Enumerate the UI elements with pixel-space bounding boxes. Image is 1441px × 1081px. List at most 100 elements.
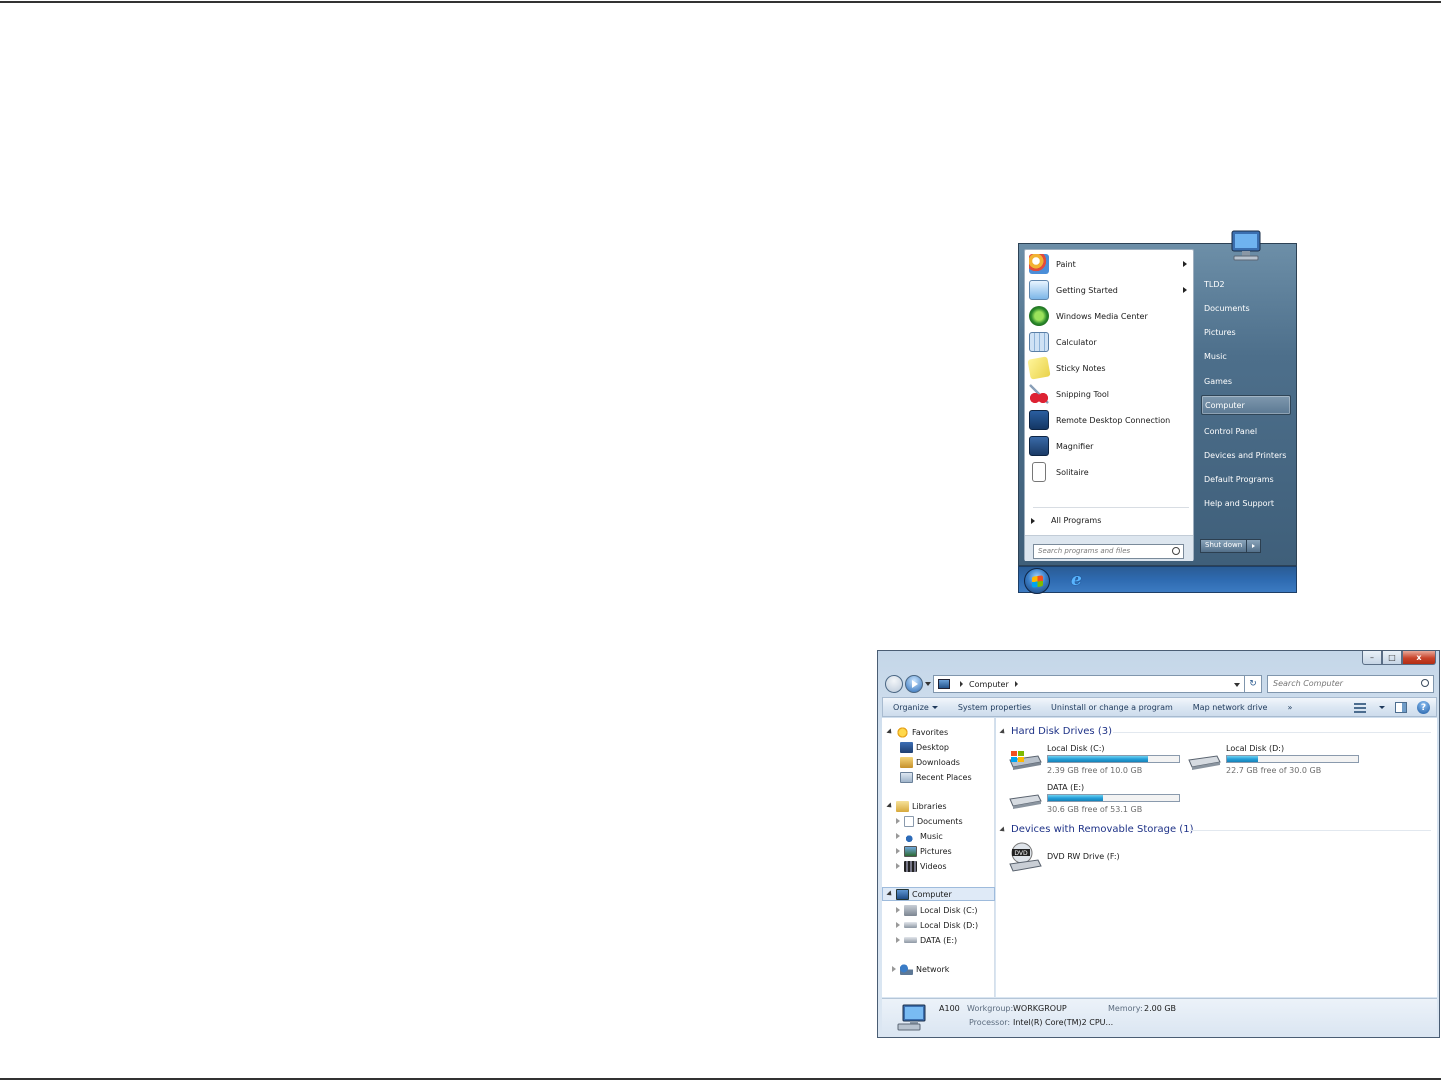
remote-desktop-icon	[1029, 410, 1049, 430]
breadcrumb-arrow-icon[interactable]	[1014, 681, 1018, 687]
group-removable-storage[interactable]: Devices with Removable Storage (1)	[999, 824, 1193, 835]
breadcrumb-arrow-icon[interactable]	[960, 681, 963, 687]
start-search-input[interactable]: Search programs and files	[1033, 544, 1184, 559]
right-item-pictures[interactable]: Pictures	[1201, 322, 1291, 342]
drive-local-disk-d[interactable]: Local Disk (D:) 22.7 GB free of 30.0 GB	[1187, 744, 1367, 778]
nav-network[interactable]: Network	[882, 962, 995, 976]
change-view-icon[interactable]	[1354, 702, 1366, 713]
right-item-games[interactable]: Games	[1201, 371, 1291, 391]
caption-buttons: – □ x	[1362, 651, 1436, 665]
star-icon	[896, 726, 909, 738]
right-item-devices-printers[interactable]: Devices and Printers	[1201, 445, 1291, 465]
program-calculator[interactable]: Calculator	[1027, 330, 1193, 354]
usage-bar-fill	[1227, 756, 1259, 762]
drive-data-e[interactable]: DATA (E:) 30.6 GB free of 53.1 GB	[1008, 783, 1188, 817]
nav-item-downloads[interactable]: Downloads	[882, 755, 995, 769]
expand-arrow-icon[interactable]	[894, 817, 902, 825]
view-dropdown[interactable]	[1376, 703, 1385, 712]
nav-item-documents[interactable]: Documents	[882, 814, 995, 828]
uninstall-program-button[interactable]: Uninstall or change a program	[1041, 703, 1183, 712]
collapse-arrow-icon[interactable]	[886, 802, 894, 810]
dvd-drive-icon: DVD	[1009, 842, 1042, 872]
processor-value: Intel(R) Core(TM)2 CPU...	[1013, 1018, 1114, 1027]
nav-item-local-disk-d[interactable]: Local Disk (D:)	[882, 918, 995, 932]
right-item-computer[interactable]: Computer	[1201, 395, 1291, 415]
program-paint[interactable]: Paint	[1027, 252, 1193, 276]
search-icon[interactable]	[1172, 547, 1180, 555]
right-item-documents[interactable]: Documents	[1201, 298, 1291, 318]
program-magnifier[interactable]: Magnifier	[1027, 434, 1193, 458]
hard-drive-icon	[904, 937, 917, 943]
computer-name: A100	[939, 1004, 960, 1013]
search-icon[interactable]	[1421, 679, 1429, 687]
expand-arrow-icon[interactable]	[894, 906, 902, 914]
drive-local-disk-c[interactable]: Local Disk (C:) 2.39 GB free of 10.0 GB	[1008, 744, 1188, 778]
nav-item-recent-places[interactable]: Recent Places	[882, 770, 995, 784]
nav-item-music[interactable]: Music	[882, 829, 995, 843]
nav-label: DATA (E:)	[920, 935, 958, 945]
expand-arrow-icon[interactable]	[890, 965, 898, 973]
expand-arrow-icon[interactable]	[894, 936, 902, 944]
right-item-music[interactable]: Music	[1201, 346, 1291, 366]
nav-libraries[interactable]: Libraries	[882, 799, 995, 813]
getting-started-icon	[1029, 280, 1049, 300]
search-input[interactable]: Search Computer	[1267, 675, 1434, 693]
program-windows-media-center[interactable]: Windows Media Center	[1027, 304, 1193, 328]
nav-item-desktop[interactable]: Desktop	[882, 740, 995, 754]
right-item-control-panel[interactable]: Control Panel	[1201, 421, 1291, 441]
program-remote-desktop[interactable]: Remote Desktop Connection	[1027, 408, 1193, 432]
right-item-help-support[interactable]: Help and Support	[1201, 493, 1291, 513]
expand-arrow-icon[interactable]	[894, 862, 902, 870]
nav-item-videos[interactable]: Videos	[882, 859, 995, 873]
shutdown-button[interactable]: Shut down	[1200, 539, 1248, 553]
nav-item-local-disk-c[interactable]: Local Disk (C:)	[882, 903, 995, 917]
content-pane: Hard Disk Drives (3) Local Disk (C:) 2.3…	[996, 718, 1437, 997]
preview-pane-icon[interactable]	[1395, 702, 1407, 713]
nav-item-pictures[interactable]: Pictures	[882, 844, 995, 858]
more-commands-button[interactable]: »	[1277, 703, 1302, 712]
shutdown-options-button[interactable]	[1247, 539, 1262, 553]
right-item-user[interactable]: TLD2	[1201, 274, 1291, 294]
nav-item-data-e[interactable]: DATA (E:)	[882, 933, 995, 947]
forward-button[interactable]	[905, 675, 923, 693]
usage-bar-fill	[1048, 795, 1104, 801]
map-network-drive-button[interactable]: Map network drive	[1183, 703, 1278, 712]
expand-arrow-icon[interactable]	[894, 921, 902, 929]
system-properties-button[interactable]: System properties	[948, 703, 1041, 712]
usage-bar	[1047, 755, 1180, 763]
right-item-default-programs[interactable]: Default Programs	[1201, 469, 1291, 489]
nav-computer[interactable]: Computer	[882, 887, 995, 901]
minimize-button[interactable]: –	[1362, 651, 1382, 665]
collapse-arrow-icon[interactable]	[886, 728, 894, 736]
program-sticky-notes[interactable]: Sticky Notes	[1027, 356, 1193, 380]
usage-bar	[1226, 755, 1359, 763]
arrow-right-icon	[1031, 517, 1035, 524]
program-solitaire[interactable]: Solitaire	[1027, 460, 1193, 484]
drive-name: Local Disk (D:)	[1226, 744, 1285, 753]
breadcrumb-computer[interactable]: Computer	[969, 680, 1009, 689]
address-bar[interactable]: Computer	[933, 675, 1245, 693]
expand-arrow-icon[interactable]	[894, 832, 902, 840]
maximize-button[interactable]: □	[1382, 651, 1402, 665]
nav-label: Videos	[920, 861, 947, 871]
help-icon[interactable]: ?	[1417, 701, 1430, 714]
refresh-button[interactable]: ↻	[1245, 675, 1262, 693]
all-programs[interactable]: All Programs	[1031, 516, 1101, 525]
close-button[interactable]: x	[1402, 651, 1436, 665]
top-rule	[0, 1, 1441, 3]
back-button[interactable]	[885, 675, 903, 693]
expand-arrow-icon[interactable]	[894, 847, 902, 855]
recent-pages-dropdown[interactable]	[925, 682, 931, 686]
address-dropdown-icon[interactable]	[1234, 683, 1240, 687]
internet-explorer-icon[interactable]: e	[1071, 571, 1089, 589]
group-hard-disk-drives[interactable]: Hard Disk Drives (3)	[999, 726, 1112, 737]
dvd-badge: DVD	[1014, 850, 1028, 857]
organize-menu[interactable]: Organize	[883, 703, 948, 712]
nav-favorites[interactable]: Favorites	[882, 725, 995, 739]
program-snipping-tool[interactable]: Snipping Tool	[1027, 382, 1193, 406]
bottom-rule	[0, 1078, 1441, 1080]
start-button[interactable]	[1024, 568, 1050, 594]
program-getting-started[interactable]: Getting Started	[1027, 278, 1193, 302]
drive-dvd-rw[interactable]: DVD DVD RW Drive (F:)	[1008, 842, 1188, 876]
collapse-arrow-icon[interactable]	[886, 890, 894, 898]
